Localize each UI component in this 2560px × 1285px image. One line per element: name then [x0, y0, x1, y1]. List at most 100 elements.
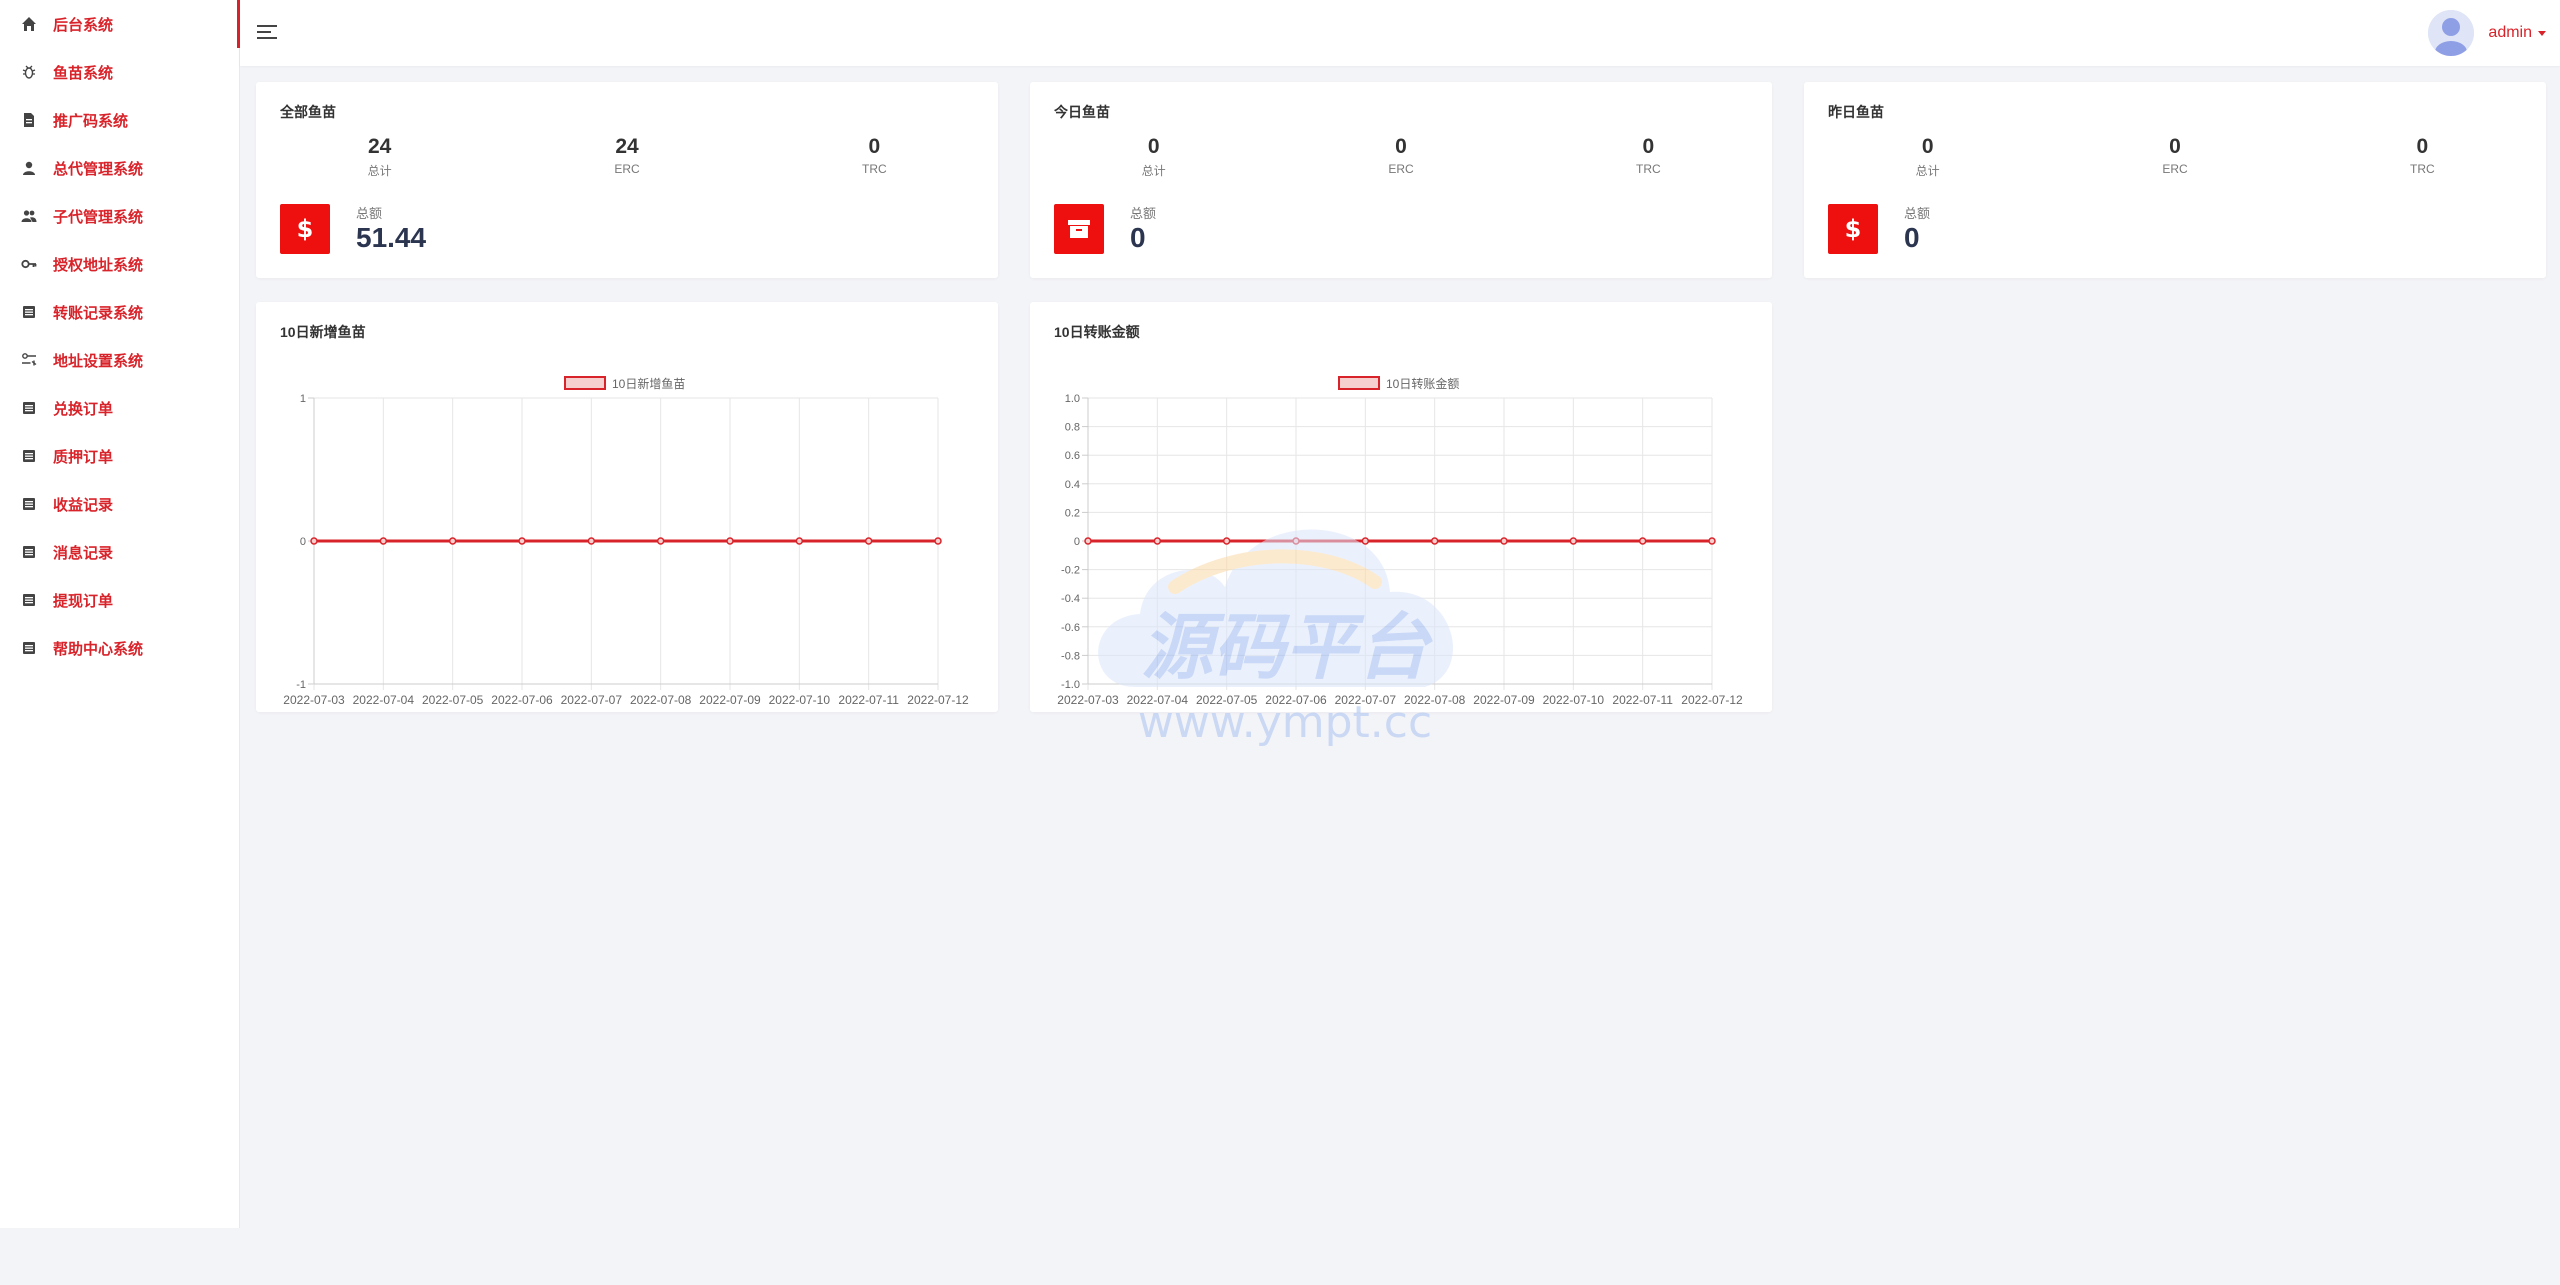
- data-point: [1708, 537, 1716, 545]
- person-icon: [21, 160, 37, 176]
- total-value: 0: [1904, 222, 1920, 253]
- stat-label: TRC: [1635, 162, 1661, 176]
- data-point: [934, 537, 942, 545]
- total-value: 0: [1130, 222, 1146, 253]
- sidebar-item-label: 总代管理系统: [53, 160, 144, 178]
- stat-item: 24 总计: [256, 134, 503, 179]
- x-tick-label: 2022-07-09: [699, 693, 761, 707]
- y-tick-label: 0: [1074, 536, 1080, 548]
- sidebar-item[interactable]: 推广码系统: [0, 96, 239, 144]
- stat-value: 0: [2416, 135, 2429, 158]
- username[interactable]: admin: [2488, 24, 2532, 42]
- data-point: [518, 537, 526, 545]
- x-tick-label: 2022-07-07: [1335, 693, 1397, 707]
- x-tick-label: 2022-07-07: [561, 693, 623, 707]
- list-icon: [21, 304, 37, 320]
- sidebar-item[interactable]: 后台系统: [0, 0, 240, 48]
- stat-row: 24 总计 24 ERC 0 TRC: [256, 134, 998, 179]
- y-tick-label: -0.8: [1061, 650, 1080, 662]
- key-icon: [21, 256, 37, 272]
- archive-icon: [1054, 204, 1104, 254]
- stat-value: 24: [367, 135, 392, 158]
- x-tick-label: 2022-07-08: [1404, 693, 1466, 707]
- chart-new-fish: 10日新增鱼苗 1 0 -1 2022-07-03 2022-07-04 2022-07-0…: [283, 376, 969, 707]
- stat-item: 0 ERC: [2051, 134, 2298, 179]
- stats-card-title: 全部鱼苗: [280, 104, 336, 120]
- x-tick-label: 2022-07-06: [491, 693, 553, 707]
- sidebar-item[interactable]: 消息记录: [0, 528, 239, 576]
- y-tick-label: -0.2: [1061, 565, 1080, 577]
- data-point: [726, 537, 734, 545]
- data-point: [587, 537, 596, 545]
- svg-text:$: $: [1845, 216, 1862, 242]
- x-tick-label: 2022-07-08: [630, 693, 692, 707]
- x-tick-label: 2022-07-12: [907, 693, 969, 707]
- avatar[interactable]: [2428, 10, 2475, 56]
- data-point: [864, 537, 873, 545]
- stat-value: 24: [615, 135, 639, 158]
- sidebar-item[interactable]: 子代管理系统: [0, 192, 239, 240]
- stat-label: 总计: [1915, 164, 1940, 178]
- sidebar-item[interactable]: 鱼苗系统: [0, 48, 239, 96]
- chart-card-new-fish: 10日新增鱼苗 10日新增鱼苗 1 0 -1 2022-07-03 2022-07-04 2…: [256, 302, 998, 712]
- sidebar-item[interactable]: 质押订单: [0, 432, 239, 480]
- stat-label: ERC: [614, 162, 640, 176]
- legend-swatch: [1338, 376, 1380, 390]
- data-point: [448, 537, 457, 545]
- stat-value: 0: [1921, 135, 1934, 158]
- list-icon: [21, 544, 37, 560]
- top-header: admin: [240, 0, 2560, 66]
- stat-label: ERC: [2162, 162, 2188, 176]
- stats-card: 今日鱼苗 0 总计 0 ERC 0 TRC 总额 0: [1030, 82, 1772, 278]
- legend-label: 10日转账金额: [1386, 376, 1459, 391]
- sidebar-item[interactable]: 收益记录: [0, 480, 239, 528]
- sidebar-item[interactable]: 帮助中心系统: [0, 624, 239, 672]
- sidebar: 后台系统 鱼苗系统 推广码系统总代管理系统 子代管理系统授权地址系统 转账记录系统 地址设…: [0, 0, 240, 1228]
- sidebar-item[interactable]: 地址设置系统: [0, 336, 239, 384]
- menu-toggle-icon[interactable]: [256, 22, 278, 42]
- sidebar-item-label: 提现订单: [53, 592, 114, 610]
- sidebar-item[interactable]: 提现订单: [0, 576, 239, 624]
- stat-value: 0: [1642, 135, 1655, 158]
- legend-swatch: [564, 376, 606, 390]
- user-menu[interactable]: admin: [2428, 8, 2546, 58]
- sidebar-item-label: 质押订单: [53, 448, 114, 466]
- sidebar-item[interactable]: 兑换订单: [0, 384, 239, 432]
- sidebar-item[interactable]: 转账记录系统: [0, 288, 239, 336]
- sidebar-item-label: 收益记录: [53, 496, 114, 514]
- stat-value: 0: [1395, 135, 1407, 158]
- chart-card-transfer-amount: 10日转账金额 10日转账金额 1.0 0.8 0.6 0.4 0.2 0 -0.2 -0.4 -…: [1030, 302, 1772, 712]
- sidebar-item[interactable]: 授权地址系统: [0, 240, 239, 288]
- stat-value: 0: [2169, 135, 2181, 158]
- y-tick-label: 0.2: [1065, 507, 1080, 519]
- list-icon: [21, 640, 37, 656]
- stat-label: ERC: [1388, 162, 1414, 176]
- stat-item: 0 TRC: [1525, 134, 1772, 179]
- stat-item: 0 TRC: [2299, 134, 2546, 179]
- chevron-down-icon[interactable]: [2538, 30, 2546, 36]
- sidebar-item-label: 子代管理系统: [53, 208, 144, 226]
- data-point: [795, 537, 804, 545]
- x-tick-label: 2022-07-05: [1196, 693, 1258, 707]
- sidebar-item[interactable]: 总代管理系统: [0, 144, 239, 192]
- list-icon: [21, 400, 37, 416]
- stats-card: 昨日鱼苗 0 总计 0 ERC 0 TRC $ 总额 0: [1804, 82, 2546, 278]
- y-tick-label: -0.6: [1061, 622, 1080, 634]
- stat-item: 24 ERC: [503, 134, 750, 179]
- stat-row: 0 总计 0 ERC 0 TRC: [1804, 134, 2546, 179]
- stat-item: 0 总计: [1804, 134, 2051, 179]
- data-point: [1638, 537, 1647, 545]
- bug-icon: [21, 64, 37, 80]
- x-tick-label: 2022-07-11: [1612, 693, 1673, 707]
- stat-label: 总计: [1141, 164, 1166, 178]
- chart-legend: 10日转账金额: [1338, 376, 1459, 391]
- x-tick-label: 2022-07-05: [422, 693, 484, 707]
- total-label: 总额: [1130, 206, 1157, 221]
- chart-transfer-amount: 10日转账金额 1.0 0.8 0.6 0.4 0.2 0 -0.2 -0.4 -0.6 -0.8 -…: [1057, 376, 1743, 707]
- stat-row: 0 总计 0 ERC 0 TRC: [1030, 134, 1772, 179]
- total-value: 51.44: [356, 222, 427, 253]
- people-icon: [21, 208, 37, 224]
- stat-item: 0 TRC: [751, 134, 998, 179]
- y-tick-label: 1.0: [1065, 393, 1080, 405]
- dollar-icon: $: [1828, 204, 1878, 254]
